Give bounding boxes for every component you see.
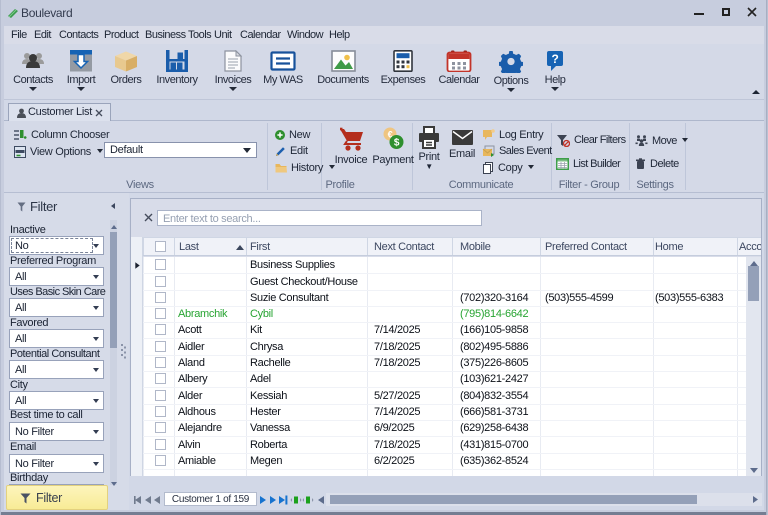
svg-text:$: $	[394, 138, 400, 149]
svg-text:?: ?	[551, 52, 558, 66]
